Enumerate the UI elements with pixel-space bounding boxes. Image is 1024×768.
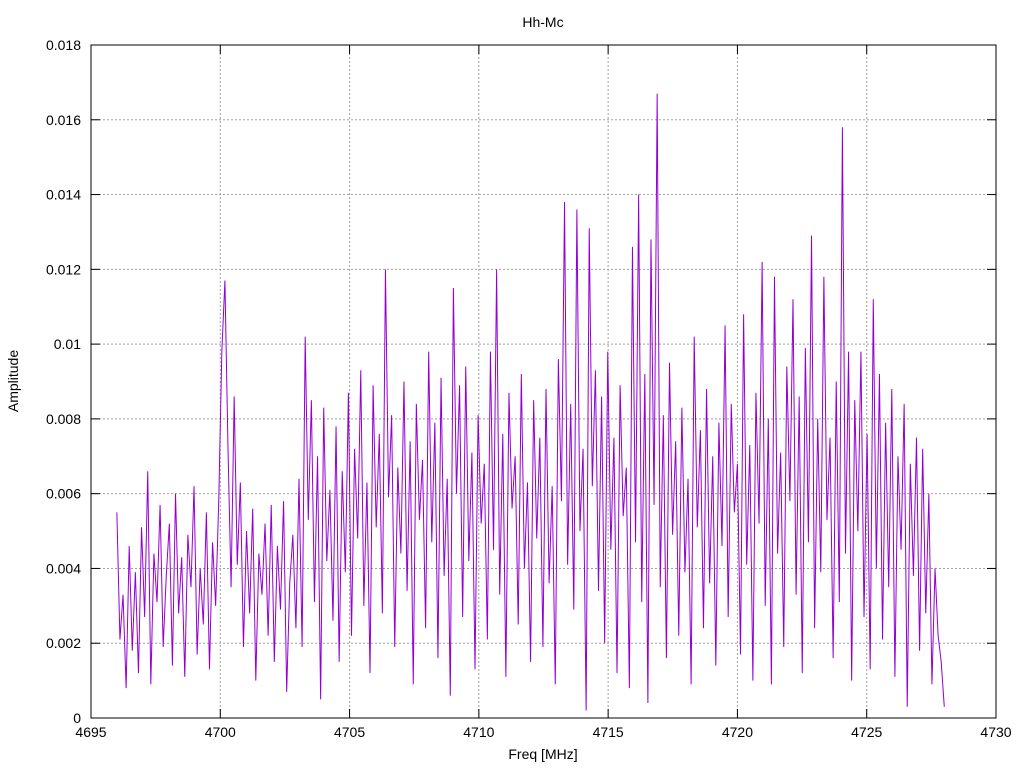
x-tick-label: 4695 bbox=[75, 724, 106, 740]
amplitude-chart: 4695 4700 4705 4710 4715 4720 4725 4730 0 0.002 0… bbox=[0, 0, 1024, 768]
y-tick-label: 0.01 bbox=[54, 336, 81, 352]
chart-title: Hh-Mc bbox=[522, 14, 563, 30]
x-tick-label: 4705 bbox=[334, 724, 365, 740]
x-tick-label: 4720 bbox=[722, 724, 753, 740]
y-axis-label: Amplitude bbox=[5, 350, 21, 412]
x-tick-label: 4710 bbox=[463, 724, 494, 740]
x-tick-label: 4730 bbox=[980, 724, 1011, 740]
y-tick-label: 0.012 bbox=[46, 261, 81, 277]
y-tick-label: 0.006 bbox=[46, 486, 81, 502]
y-tick-label: 0.014 bbox=[46, 187, 81, 203]
y-tick-label: 0.004 bbox=[46, 560, 81, 576]
x-tick-label: 4700 bbox=[205, 724, 236, 740]
y-tick-label: 0.018 bbox=[46, 37, 81, 53]
x-tick-label: 4715 bbox=[593, 724, 624, 740]
y-tick-label: 0 bbox=[73, 710, 81, 726]
y-tick-label: 0.016 bbox=[46, 112, 81, 128]
x-axis-label: Freq [MHz] bbox=[508, 746, 577, 762]
x-tick-label: 4725 bbox=[851, 724, 882, 740]
y-tick-label: 0.002 bbox=[46, 635, 81, 651]
y-tick-label: 0.008 bbox=[46, 411, 81, 427]
